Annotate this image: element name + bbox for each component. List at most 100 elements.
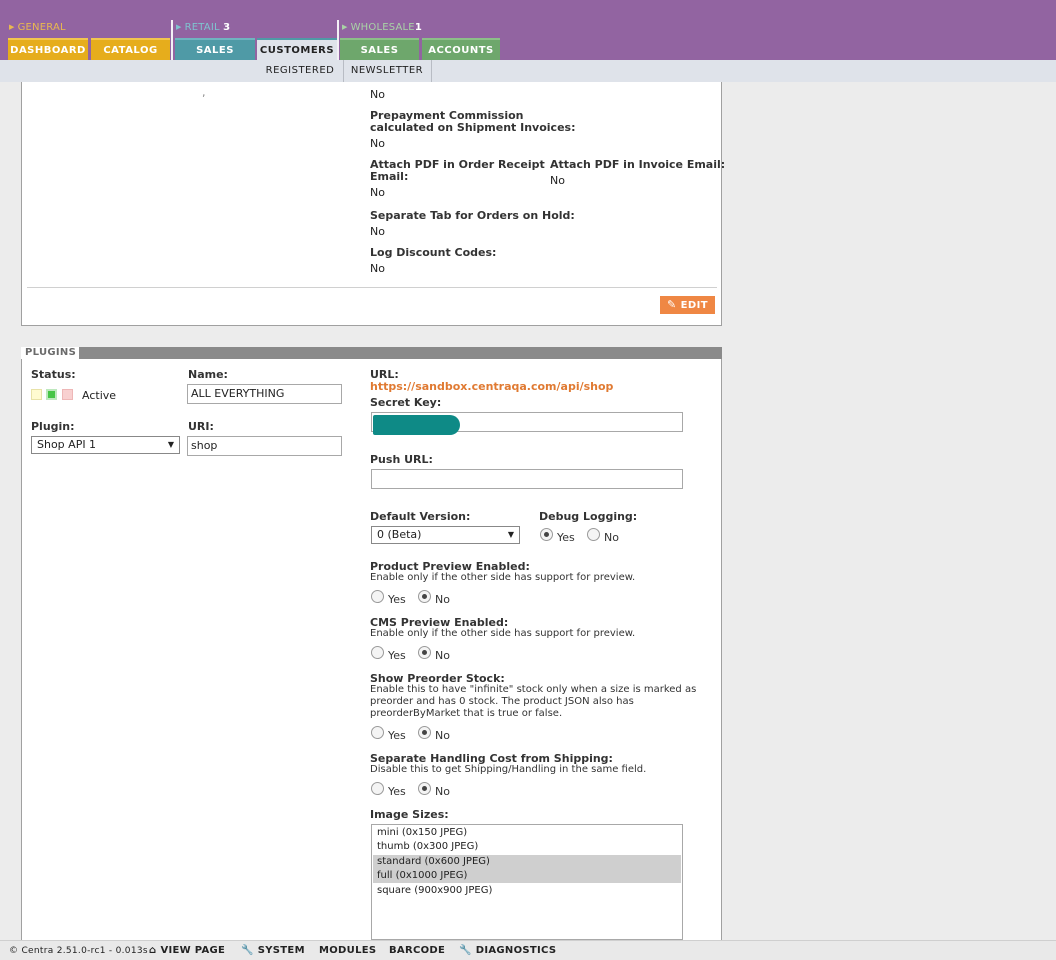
radio-label-no: No [435, 593, 450, 606]
plugin-label: Plugin: [31, 420, 75, 433]
tab-accounts[interactable]: ACCOUNTS [422, 38, 500, 60]
cms-preview-yes-radio[interactable] [371, 646, 384, 659]
handling-cost-yes-radio[interactable] [371, 782, 384, 795]
subtab-newsletter[interactable]: NEWSLETTER [344, 60, 430, 82]
setting-label-orders-on-hold: Separate Tab for Orders on Hold: [370, 209, 575, 222]
debug-logging-yes-radio[interactable] [540, 528, 553, 541]
setting-value-log-discount-codes: No [370, 262, 385, 275]
dropdown-arrow-icon: ▼ [167, 440, 174, 449]
default-version-select[interactable]: 0 (Beta) ▼ [371, 526, 520, 544]
cms-preview-hint: Enable only if the other side has suppor… [370, 628, 636, 639]
tab-wholesale-sales[interactable]: SALES [340, 38, 419, 60]
tab-customers[interactable]: CUSTOMERS [257, 38, 337, 60]
status-value: Active [82, 389, 117, 402]
wrench-icon: 🔧 [241, 945, 254, 956]
plugins-section-title: PLUGINS [21, 347, 79, 359]
pencil-icon: ✎ [667, 298, 677, 311]
setting-value-attach-pdf-receipt: No [370, 186, 385, 199]
preorder-stock-yes-radio[interactable] [371, 726, 384, 739]
setting-value-orders-on-hold: No [370, 225, 385, 238]
system-link[interactable]: 🔧 SYSTEM [241, 945, 305, 956]
footer-bar: © Centra 2.51.0-rc1 - 0.013s ⌂ VIEW PAGE … [0, 940, 1056, 960]
preorder-stock-hint-line3: preorderByMarket that is true or false. [370, 708, 563, 719]
nav-group-divider [171, 20, 173, 60]
image-size-option[interactable]: mini (0x150 JPEG) [373, 826, 681, 840]
image-size-option-selected[interactable]: full (0x1000 JPEG) [373, 869, 681, 883]
preorder-stock-hint-line2: preorder and has 0 stock. The product JS… [370, 696, 634, 707]
wrench-icon: 🔧 [459, 945, 472, 956]
version-info: © Centra 2.51.0-rc1 - 0.013s [9, 946, 148, 956]
setting-label-attach-pdf-invoice: Attach PDF in Invoice Email: [550, 158, 726, 171]
cms-preview-no-radio[interactable] [418, 646, 431, 659]
diagnostics-link[interactable]: 🔧 DIAGNOSTICS [459, 945, 556, 956]
image-size-option[interactable]: square (900x900 JPEG) [373, 884, 681, 898]
product-preview-hint: Enable only if the other side has suppor… [370, 572, 636, 583]
name-input[interactable]: ALL EVERYTHING [187, 384, 342, 404]
preorder-stock-hint-line1: Enable this to have "infinite" stock onl… [370, 684, 697, 695]
radio-label-no: No [435, 729, 450, 742]
setting-label-log-discount-codes: Log Discount Codes: [370, 246, 497, 259]
image-size-option[interactable]: thumb (0x300 JPEG) [373, 840, 681, 854]
triangle-right-icon: ▶ [9, 23, 15, 31]
radio-label-no: No [435, 785, 450, 798]
subtab-registered[interactable]: REGISTERED [258, 60, 342, 82]
url-link[interactable]: https://sandbox.centraqa.com/api/shop [370, 380, 613, 393]
setting-value-prepayment-commission: No [370, 137, 385, 150]
radio-label-yes: Yes [388, 649, 406, 662]
name-label: Name: [188, 368, 228, 381]
subtab-divider [431, 60, 432, 82]
triangle-right-icon: ▶ [342, 23, 348, 31]
radio-label-yes: Yes [557, 531, 575, 544]
handling-cost-hint: Disable this to get Shipping/Handling in… [370, 764, 647, 775]
status-active-swatch[interactable] [46, 389, 57, 400]
radio-label-yes: Yes [388, 785, 406, 798]
push-url-input[interactable] [371, 469, 683, 489]
retail-count-badge: 3 [223, 22, 231, 33]
nav-group-divider [337, 20, 339, 60]
radio-label-no: No [604, 531, 619, 544]
handling-cost-no-radio[interactable] [418, 782, 431, 795]
redacted-secret-mark [373, 415, 460, 435]
image-size-option-selected[interactable]: standard (0x600 JPEG) [373, 855, 681, 869]
nav-group-retail: ▶ RETAIL 3 [176, 22, 231, 33]
image-sizes-listbox[interactable]: mini (0x150 JPEG) thumb (0x300 JPEG) sta… [371, 824, 683, 940]
status-deleted-swatch[interactable] [62, 389, 73, 400]
setting-value-top: No [370, 88, 385, 101]
nav-group-general: ▶ GENERAL [9, 22, 66, 33]
debug-logging-label: Debug Logging: [539, 510, 638, 523]
wholesale-count-badge: 1 [414, 22, 422, 33]
modules-link[interactable]: MODULES [319, 945, 376, 956]
plugin-select[interactable]: Shop API 1 ▼ [31, 436, 180, 454]
uri-input[interactable]: shop [187, 436, 342, 456]
barcode-link[interactable]: BARCODE [389, 945, 445, 956]
plugins-section-header: PLUGINS [21, 347, 722, 359]
divider [27, 287, 717, 288]
dropdown-arrow-icon: ▼ [507, 530, 514, 539]
setting-value-attach-pdf-invoice: No [550, 174, 565, 187]
top-navigation-bar: ▶ GENERAL ▶ RETAIL 3 ▶ WHOLESALE1 DASHBOARD… [0, 0, 1056, 60]
default-version-label: Default Version: [370, 510, 471, 523]
setting-label-prepayment-commission-line2: calculated on Shipment Invoices: [370, 121, 576, 134]
uri-label: URI: [188, 420, 214, 433]
tab-retail-sales[interactable]: SALES [175, 38, 255, 60]
edit-button[interactable]: ✎ EDIT [660, 296, 715, 314]
tab-dashboard[interactable]: DASHBOARD [8, 38, 88, 60]
preorder-stock-no-radio[interactable] [418, 726, 431, 739]
radio-label-no: No [435, 649, 450, 662]
debug-logging-no-radio[interactable] [587, 528, 600, 541]
tab-catalog[interactable]: CATALOG [91, 38, 170, 60]
radio-label-yes: Yes [388, 729, 406, 742]
nav-group-wholesale: ▶ WHOLESALE1 [342, 22, 422, 33]
home-icon: ⌂ [149, 945, 157, 956]
push-url-label: Push URL: [370, 453, 433, 466]
status-inactive-swatch[interactable] [31, 389, 42, 400]
product-preview-yes-radio[interactable] [371, 590, 384, 603]
status-label: Status: [31, 368, 76, 381]
view-page-link[interactable]: ⌂ VIEW PAGE [149, 945, 225, 956]
setting-label-attach-pdf-receipt-line2: Email: [370, 170, 409, 183]
truncated-mark: , [202, 86, 206, 99]
sub-navigation-bar: REGISTERED NEWSLETTER [0, 60, 1056, 82]
secret-key-label: Secret Key: [370, 396, 442, 409]
product-preview-no-radio[interactable] [418, 590, 431, 603]
triangle-right-icon: ▶ [176, 23, 182, 31]
